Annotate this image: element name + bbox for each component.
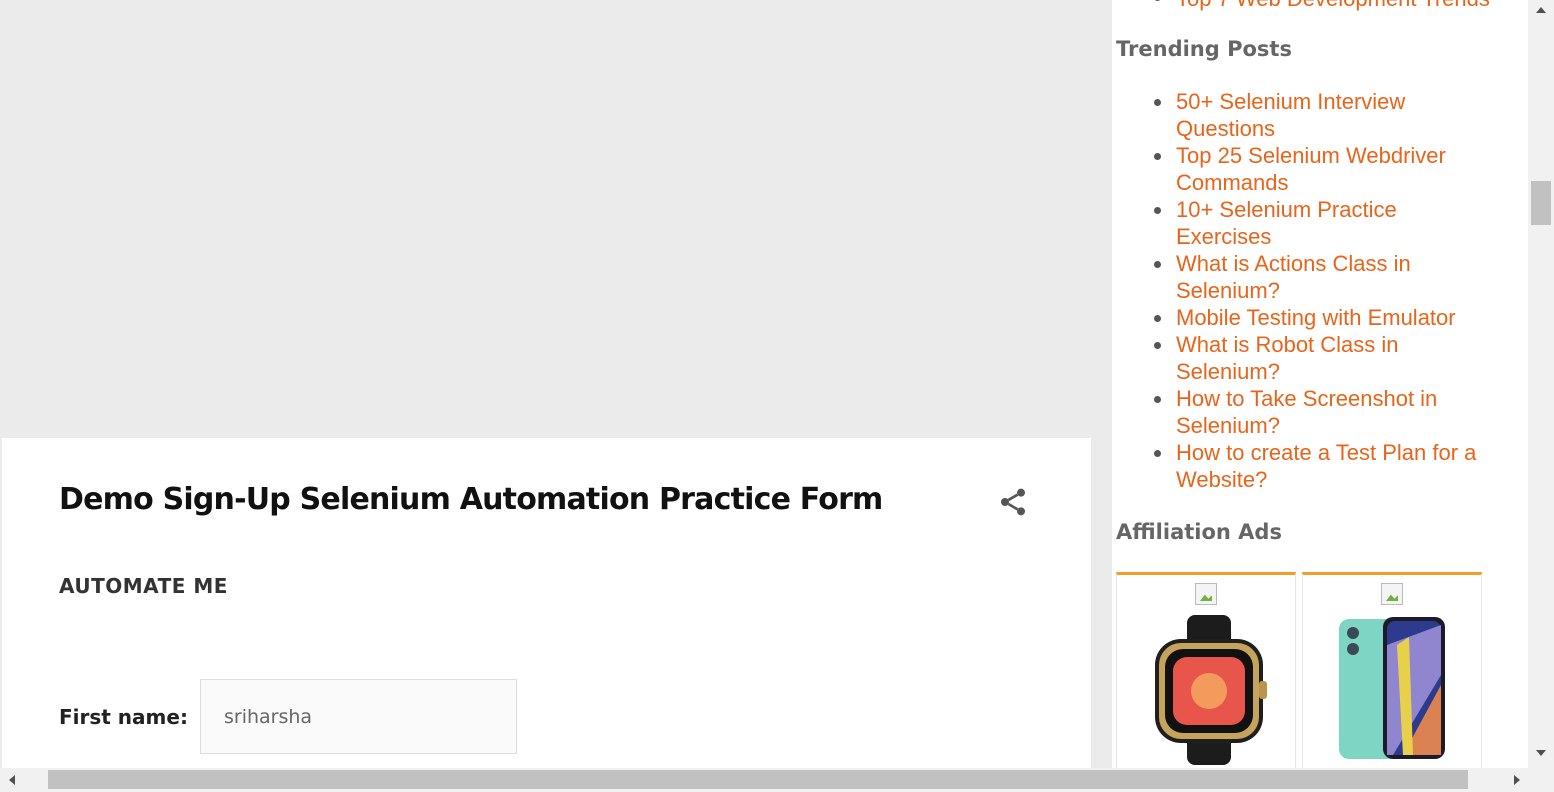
scroll-left-arrow-icon[interactable] — [9, 775, 15, 785]
scroll-up-arrow-icon[interactable] — [1536, 7, 1546, 13]
list-item: 10+ Selenium Practice Exercises — [1154, 196, 1496, 250]
trending-post-link[interactable]: 10+ Selenium Practice Exercises — [1176, 197, 1397, 249]
smartphone-icon — [1339, 617, 1445, 759]
trending-post-link[interactable]: What is Actions Class in Selenium? — [1176, 251, 1411, 303]
ad-card[interactable] — [1116, 572, 1296, 768]
first-name-input[interactable] — [200, 679, 517, 754]
list-item: How to Take Screenshot in Selenium? — [1154, 385, 1496, 439]
sidebar: Top 7 Web Development Trends Trending Po… — [1112, 0, 1502, 768]
page-gutter — [1502, 0, 1528, 768]
broken-image-icon — [1195, 583, 1217, 605]
ad-placeholder-area — [0, 0, 1112, 438]
trending-post-link[interactable]: 50+ Selenium Interview Questions — [1176, 89, 1405, 141]
list-bullet — [1154, 0, 1161, 1]
trending-post-link[interactable]: How to Take Screenshot in Selenium? — [1176, 386, 1437, 438]
scroll-right-arrow-icon[interactable] — [1514, 775, 1520, 785]
broken-image-icon — [1381, 583, 1403, 605]
trending-posts-list: 50+ Selenium Interview Questions Top 25 … — [1154, 88, 1496, 493]
trending-post-link[interactable]: How to create a Test Plan for a Website? — [1176, 440, 1476, 492]
trending-post-link[interactable]: What is Robot Class in Selenium? — [1176, 332, 1399, 384]
trending-posts-title: Trending Posts — [1116, 37, 1292, 61]
sidebar-link-web-dev-trends[interactable]: Top 7 Web Development Trends — [1176, 0, 1490, 12]
list-item: Mobile Testing with Emulator — [1154, 304, 1496, 331]
vertical-scroll-thumb[interactable] — [1531, 181, 1551, 225]
list-item: Top 25 Selenium Webdriver Commands — [1154, 142, 1496, 196]
smartwatch-icon — [1155, 615, 1267, 765]
affiliation-ads-title: Affiliation Ads — [1116, 520, 1282, 544]
trending-post-link[interactable]: Mobile Testing with Emulator — [1176, 305, 1456, 330]
horizontal-scrollbar[interactable] — [0, 768, 1554, 792]
vertical-scrollbar[interactable] — [1528, 0, 1554, 768]
list-item: 50+ Selenium Interview Questions — [1154, 88, 1496, 142]
section-heading: AUTOMATE ME — [59, 574, 228, 598]
list-item: What is Actions Class in Selenium? — [1154, 250, 1496, 304]
post-card: Demo Sign-Up Selenium Automation Practic… — [2, 438, 1091, 768]
list-item: How to create a Test Plan for a Website? — [1154, 439, 1496, 493]
scroll-down-arrow-icon[interactable] — [1536, 750, 1546, 756]
trending-post-link[interactable]: Top 25 Selenium Webdriver Commands — [1176, 143, 1446, 195]
first-name-label: First name: — [59, 705, 188, 729]
share-icon[interactable] — [997, 486, 1029, 518]
list-item: What is Robot Class in Selenium? — [1154, 331, 1496, 385]
ad-card[interactable] — [1302, 572, 1482, 768]
post-title: Demo Sign-Up Selenium Automation Practic… — [59, 482, 883, 517]
horizontal-scroll-thumb[interactable] — [48, 770, 1468, 789]
